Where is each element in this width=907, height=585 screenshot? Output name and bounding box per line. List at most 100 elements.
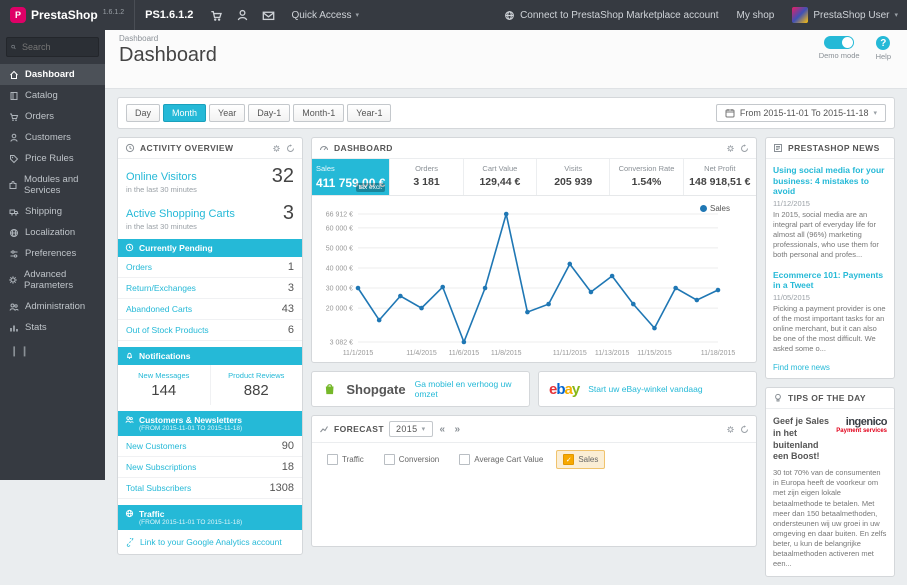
sidebar-item-catalog[interactable]: Catalog xyxy=(0,85,105,106)
main-content: Dashboard Dashboard Demo mode ? Help Day… xyxy=(105,30,907,585)
sidebar-item-label: Preferences xyxy=(25,248,76,259)
active-carts-link[interactable]: Active Shopping Carts xyxy=(126,208,235,220)
customers-row-link[interactable]: New Subscriptions xyxy=(126,462,196,472)
panel-settings-button[interactable] xyxy=(272,144,281,153)
sidebar-item-preferences[interactable]: Preferences xyxy=(0,243,105,264)
forecast-legend-conversion[interactable]: Conversion xyxy=(377,450,446,469)
panel-refresh-button[interactable] xyxy=(740,144,749,153)
breadcrumb: Dashboard xyxy=(119,34,893,43)
forecast-legend-label: Average Cart Value xyxy=(474,455,543,464)
range-button-month[interactable]: Month xyxy=(163,104,206,122)
quick-access-menu[interactable]: Quick Access ▾ xyxy=(281,0,369,30)
refresh-icon xyxy=(286,144,295,153)
sidebar-item-stats[interactable]: Stats xyxy=(0,317,105,338)
person-icon xyxy=(8,133,19,143)
kpi-label: Cart Value xyxy=(468,164,532,173)
svg-text:11/11/2015: 11/11/2015 xyxy=(553,350,587,357)
customers-row-link[interactable]: Total Subscribers xyxy=(126,483,191,493)
kpi-tab-visits[interactable]: Visits 205 939 xyxy=(537,159,610,195)
news-article-title[interactable]: Using social media for your business: 4 … xyxy=(773,165,887,197)
lightbulb-icon xyxy=(773,393,783,403)
sidebar-search[interactable] xyxy=(6,37,99,57)
sidebar-collapse-button[interactable]: ❙❙ xyxy=(10,346,95,357)
customers-row-link[interactable]: New Customers xyxy=(126,441,186,451)
sidebar-item-localization[interactable]: Localization xyxy=(0,222,105,243)
ebay-letter-2: a xyxy=(565,381,572,398)
forecast-legend-average-cart-value[interactable]: Average Cart Value xyxy=(452,450,550,469)
demo-mode-toggle[interactable]: Demo mode xyxy=(819,36,860,60)
customers-notifications-button[interactable] xyxy=(229,0,255,30)
pending-row-link[interactable]: Out of Stock Products xyxy=(126,325,209,335)
range-button-day[interactable]: Day xyxy=(126,104,160,122)
range-button-day-1[interactable]: Day-1 xyxy=(248,104,290,122)
sidebar-item-modules[interactable]: Modules and Services xyxy=(0,169,105,201)
range-button-year-1[interactable]: Year-1 xyxy=(347,104,391,122)
online-visitors-link[interactable]: Online Visitors xyxy=(126,171,197,183)
range-button-month-1[interactable]: Month-1 xyxy=(293,104,344,122)
search-input[interactable] xyxy=(20,41,94,53)
help-button[interactable]: ? Help xyxy=(876,36,891,61)
pending-row-link[interactable]: Abandoned Carts xyxy=(126,304,192,314)
sidebar-item-orders[interactable]: Orders xyxy=(0,106,105,127)
ingenico-logo: ingenico Payment services xyxy=(836,416,887,434)
google-analytics-link[interactable]: Link to your Google Analytics account xyxy=(118,530,302,554)
marketplace-label: Connect to PrestaShop Marketplace accoun… xyxy=(520,10,718,21)
marketplace-link[interactable]: Connect to PrestaShop Marketplace accoun… xyxy=(495,0,727,30)
prestashop-logo[interactable]: P PrestaShop 1.6.1.2 xyxy=(0,7,134,23)
shopgate-promo-link[interactable]: Ga mobiel en verhoog uw omzet xyxy=(415,379,519,399)
pending-row-link[interactable]: Orders xyxy=(126,262,152,272)
sidebar-item-advanced-parameters[interactable]: Advanced Parameters xyxy=(0,264,105,296)
active-carts-value: 3 xyxy=(283,202,294,225)
people-icon xyxy=(8,302,19,312)
kpi-tab-orders[interactable]: Orders 3 181 xyxy=(390,159,463,195)
panel-settings-button[interactable] xyxy=(726,425,735,434)
panel-refresh-button[interactable] xyxy=(286,144,295,153)
find-more-news-link[interactable]: Find more news xyxy=(773,363,887,372)
forecast-year-select[interactable]: 2015 ▾ xyxy=(389,421,433,437)
newspaper-icon xyxy=(773,143,783,153)
sidebar-item-administration[interactable]: Administration xyxy=(0,296,105,317)
sidebar-item-dashboard[interactable]: Dashboard xyxy=(0,64,105,85)
next-year-button[interactable]: » xyxy=(452,424,462,435)
kpi-tab-cart-value[interactable]: Cart Value 129,44 € xyxy=(464,159,537,195)
range-button-year[interactable]: Year xyxy=(209,104,245,122)
my-shop-link[interactable]: My shop xyxy=(728,0,784,30)
pending-row-link[interactable]: Return/Exchanges xyxy=(126,283,196,293)
messages-notifications-button[interactable] xyxy=(255,0,281,30)
kpi-tab-sales[interactable]: Sales 411 759,00 € tax excl. xyxy=(312,159,390,195)
pending-row-abandoned-carts: Abandoned Carts 43 xyxy=(118,299,302,320)
sidebar-item-price-rules[interactable]: Price Rules xyxy=(0,148,105,169)
shop-name-link[interactable]: PS1.6.1.2 xyxy=(134,0,203,30)
previous-year-button[interactable]: « xyxy=(438,424,448,435)
globe-icon xyxy=(125,509,134,518)
panel-refresh-button[interactable] xyxy=(740,425,749,434)
ebay-promo-link[interactable]: Start uw eBay-winkel vandaag xyxy=(588,384,702,394)
date-range-toolbar: Day Month Year Day-1 Month-1 Year-1 From… xyxy=(117,97,895,129)
shopgate-promo: Shopgate Ga mobiel en verhoog uw omzet xyxy=(311,371,530,407)
date-range-picker[interactable]: From 2015-11-01 To 2015-11-18 ▾ xyxy=(716,104,886,122)
panel-title: ACTIVITY OVERVIEW xyxy=(140,143,233,153)
forecast-legend-sales[interactable]: ✓ Sales xyxy=(556,450,605,469)
new-messages-cell[interactable]: New Messages 144 xyxy=(118,365,210,405)
tip-body: 30 tot 70% van de consumenten in Europa … xyxy=(773,468,887,569)
topbar: P PrestaShop 1.6.1.2 PS1.6.1.2 Quick Acc… xyxy=(0,0,907,30)
question-mark-icon: ? xyxy=(876,36,890,50)
user-menu[interactable]: PrestaShop User ▾ xyxy=(783,0,907,30)
sidebar-item-shipping[interactable]: Shipping xyxy=(0,201,105,222)
shopgate-logo-icon xyxy=(322,380,337,398)
user-name-label: PrestaShop User xyxy=(813,10,889,21)
orders-notifications-button[interactable] xyxy=(203,0,229,30)
product-reviews-cell[interactable]: Product Reviews 882 xyxy=(210,365,303,405)
sidebar-item-label: Shipping xyxy=(25,206,62,217)
kpi-tab-net-profit[interactable]: Net Profit 148 918,51 € xyxy=(684,159,756,195)
kpi-tab-conversion-rate[interactable]: Conversion Rate 1.54% xyxy=(610,159,683,195)
demo-mode-label: Demo mode xyxy=(819,51,860,60)
panel-settings-button[interactable] xyxy=(726,144,735,153)
svg-text:11/15/2015: 11/15/2015 xyxy=(637,350,672,357)
checkbox-icon xyxy=(327,454,338,465)
news-article-title[interactable]: Ecommerce 101: Payments in a Tweet xyxy=(773,270,887,291)
sidebar-item-label: Price Rules xyxy=(25,153,74,164)
chart-legend-sales[interactable]: Sales xyxy=(700,204,730,213)
forecast-legend-traffic[interactable]: Traffic xyxy=(320,450,371,469)
sidebar-item-customers[interactable]: Customers xyxy=(0,127,105,148)
